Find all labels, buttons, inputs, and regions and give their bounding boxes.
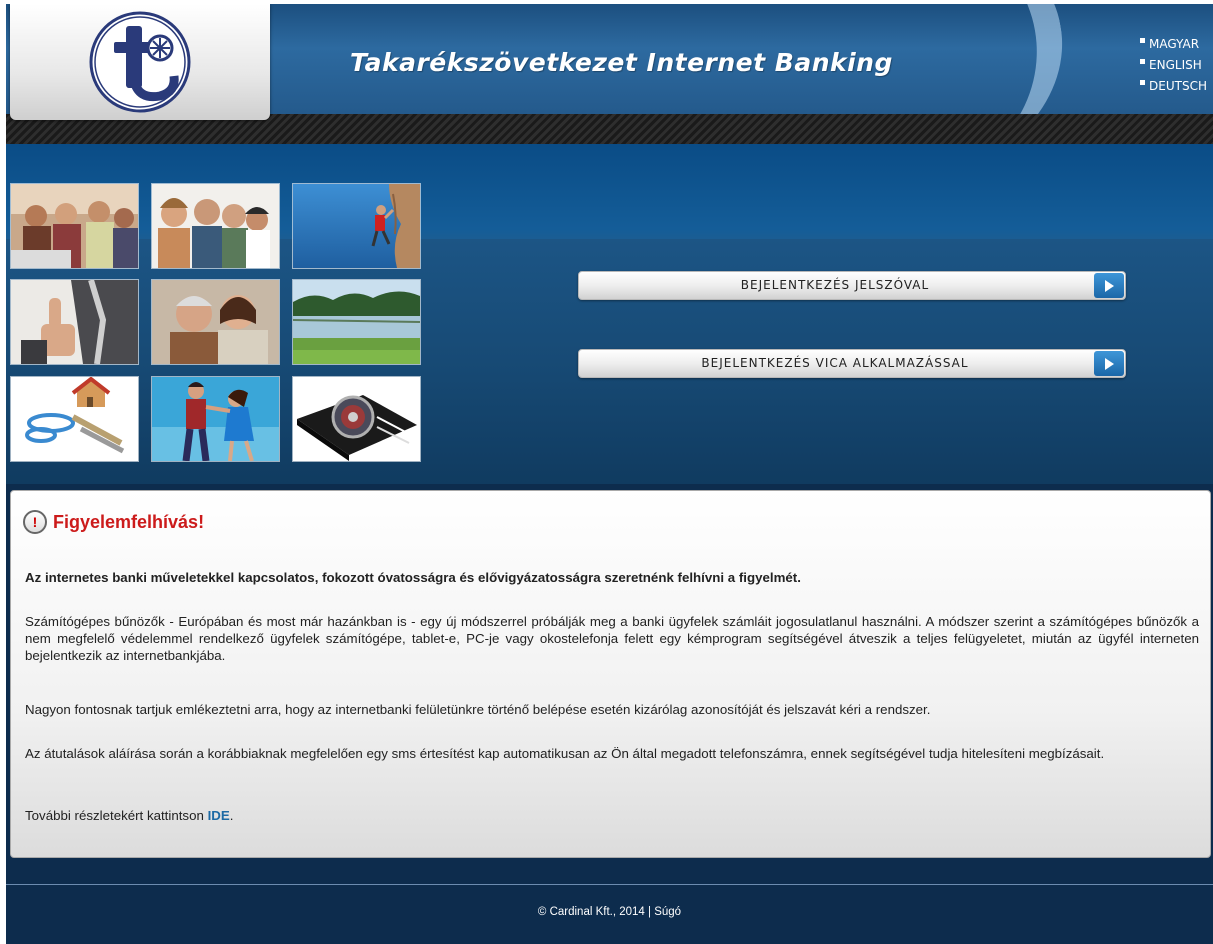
bullet-icon [1140,80,1146,85]
notice-more-suffix: . [229,808,234,823]
notice-more: További részletekért kattintson IDE. [25,807,1199,824]
notice-paragraph-2: Nagyon fontosnak tartjuk emlékeztetni ar… [25,702,931,717]
content-area: BEJELENTKEZÉS JELSZÓVAL BEJELENTKEZÉS VI… [6,144,1213,484]
photo-thumbs-up [10,279,139,365]
footer: © Cardinal Kft., 2014 | Súgó [6,906,1213,918]
bullet-icon [1140,38,1146,43]
notice-paragraph-3: Az átutalások aláírása során a korábbiak… [25,746,1105,761]
footer-divider [6,884,1213,885]
language-menu: MAGYAR ENGLISH DEUTSCH [1140,34,1207,97]
photo-grid [10,183,422,463]
login-password-label: BEJELENTKEZÉS JELSZÓVAL [740,278,930,292]
language-label: MAGYAR [1149,37,1200,51]
notice-lead: Az internetes banki műveletekkel kapcsol… [25,570,801,585]
page: Takarékszövetkezet Internet Banking MAGY… [6,4,1213,944]
login-vica-label: BEJELENTKEZÉS VICA ALKALMAZÁSSAL [701,356,969,370]
takarekszovetkezet-logo-icon [89,11,191,113]
photo-house-keys [10,376,139,462]
notice-more-text: További részletekért kattintson [25,808,208,823]
photo-young-people [151,183,280,269]
language-label: DEUTSCH [1149,79,1207,93]
login-vica-button[interactable]: BEJELENTKEZÉS VICA ALKALMAZÁSSAL [578,349,1126,378]
notice-title: Figyelemfelhívás! [53,511,205,532]
notice-header: ! Figyelemfelhívás! [23,509,204,535]
photo-wallet [292,376,421,462]
footer-copyright: © Cardinal Kft., 2014 | [537,906,655,918]
photo-dancing-couple [151,376,280,462]
language-deutsch[interactable]: DEUTSCH [1140,76,1207,97]
logo-box[interactable] [10,4,270,120]
notice-panel: ! Figyelemfelhívás! Az internetes banki … [10,490,1211,858]
bullet-icon [1140,59,1146,64]
notice-paragraph-1: Számítógépes bűnözők - Európában és most… [25,614,1199,663]
login-password-button[interactable]: BEJELENTKEZÉS JELSZÓVAL [578,271,1126,300]
arrow-right-icon [1094,273,1124,298]
page-title: Takarékszövetkezet Internet Banking [350,48,893,77]
help-link[interactable]: Súgó [654,906,681,918]
photo-climber [292,183,421,269]
language-magyar[interactable]: MAGYAR [1140,34,1207,55]
language-english[interactable]: ENGLISH [1140,55,1207,76]
warning-icon: ! [23,510,47,534]
details-link[interactable]: IDE [208,808,230,823]
language-label: ENGLISH [1149,58,1202,72]
photo-lake-landscape [292,279,421,365]
photo-students [10,183,139,269]
arrow-right-icon [1094,351,1124,376]
photo-senior-couple [151,279,280,365]
